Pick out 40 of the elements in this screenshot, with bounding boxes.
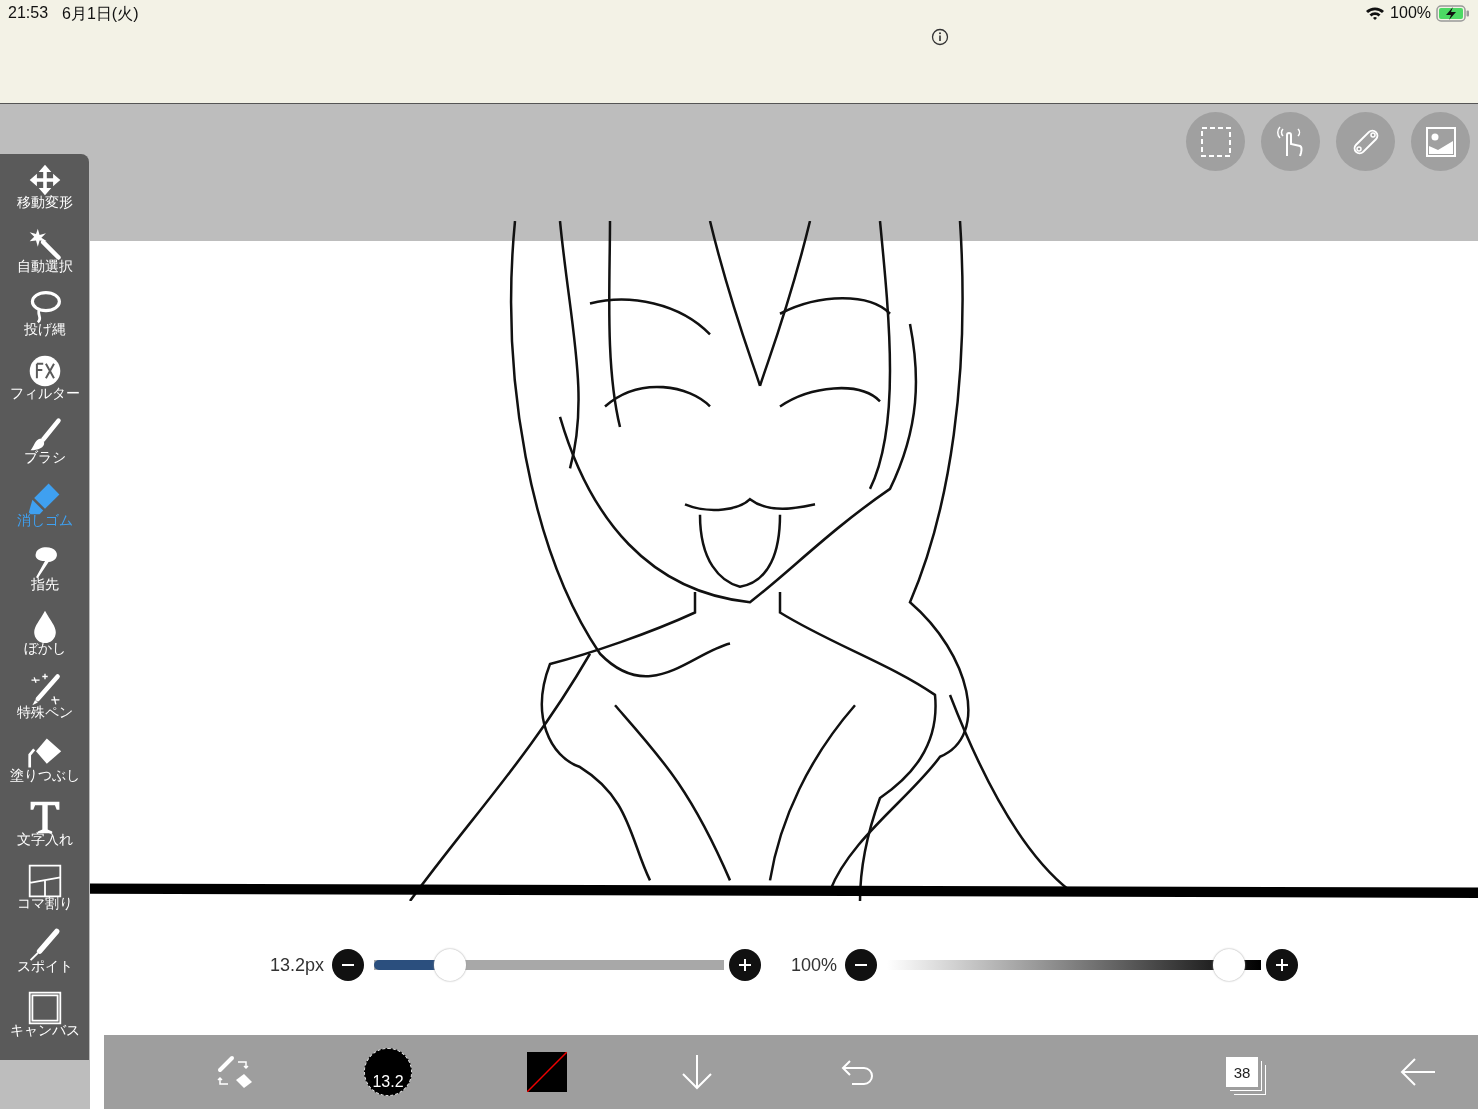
down-arrow-icon: [680, 1053, 714, 1091]
tool-item[interactable]: スポイト: [0, 926, 89, 990]
tool-item[interactable]: 特殊ペン: [0, 671, 89, 736]
dashed-square-icon: [1198, 124, 1233, 159]
tool-item[interactable]: ぼかし: [0, 607, 89, 672]
wifi-icon: [1365, 5, 1386, 21]
tool-item[interactable]: 投げ縄: [0, 289, 89, 354]
back-arrow-icon: [1399, 1057, 1437, 1087]
tool-item[interactable]: 移動変形: [0, 162, 89, 226]
undo-icon: [840, 1057, 874, 1087]
slider-thumb[interactable]: [1213, 949, 1246, 981]
plus-button[interactable]: [1266, 949, 1299, 981]
color-swatch[interactable]: [527, 1052, 567, 1092]
tool-item[interactable]: キャンバス: [0, 989, 89, 1054]
minus-icon: [342, 964, 355, 966]
plus-button[interactable]: [729, 949, 762, 981]
no-color-icon: [527, 1052, 567, 1092]
brush-size-badge[interactable]: 13.2: [364, 1048, 412, 1096]
tool-item[interactable]: フィルター: [0, 353, 89, 417]
battery-charging-icon: [1436, 4, 1470, 22]
minus-button[interactable]: [332, 949, 365, 981]
slider-thumb[interactable]: [434, 949, 467, 981]
tool-item[interactable]: コマ割り: [0, 862, 89, 927]
tool-item[interactable]: 指先: [0, 544, 89, 608]
status-date: 6月1日(火): [62, 4, 139, 24]
info-icon[interactable]: [931, 28, 949, 46]
tool-item[interactable]: 自動選択: [0, 225, 89, 290]
brush-size-value: 13.2px: [270, 954, 325, 976]
plus-icon: [1276, 959, 1289, 971]
battery-percent: 100%: [1390, 4, 1431, 22]
plus-icon: [739, 959, 752, 971]
brush-size-label: 13.2: [372, 1073, 404, 1092]
status-time: 21:53: [8, 4, 49, 23]
tool-item[interactable]: 文字入れ: [0, 798, 89, 863]
tool-item[interactable]: ブラシ: [0, 416, 89, 481]
image-icon: [1423, 124, 1458, 159]
minus-button[interactable]: [845, 949, 878, 981]
opacity-value: 100%: [791, 954, 838, 976]
tool-item[interactable]: 塗りつぶし: [0, 735, 89, 799]
minus-icon: [855, 964, 868, 966]
